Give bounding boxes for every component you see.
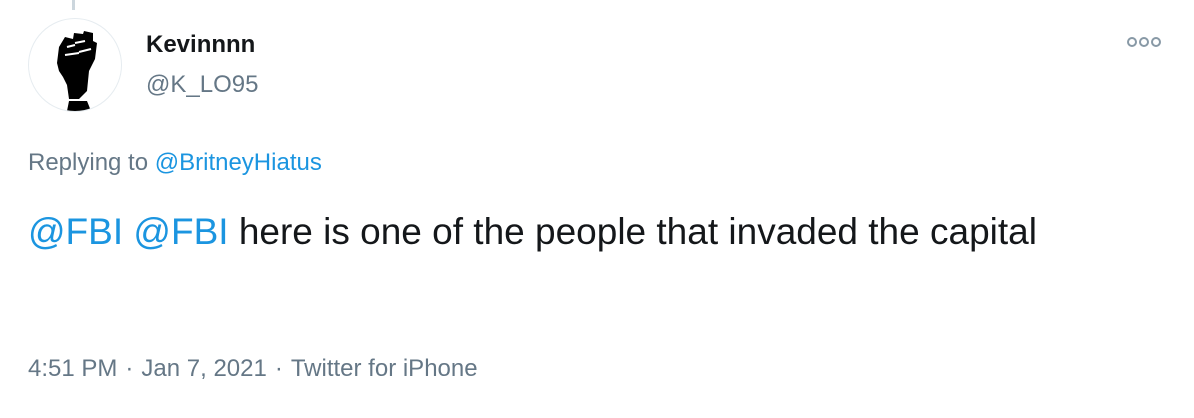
- avatar[interactable]: [28, 18, 122, 112]
- replying-to-prefix: Replying to: [28, 149, 155, 176]
- replying-to: Replying to @BritneyHiatus: [28, 146, 322, 180]
- tweet-body: here is one of the people that invaded t…: [238, 211, 1037, 252]
- thread-connector-line: [72, 0, 75, 10]
- tweet-date[interactable]: Jan 7, 2021: [141, 355, 266, 382]
- meta-separator-2: ·: [274, 355, 283, 382]
- raised-fist-icon: [57, 31, 97, 111]
- more-options-icon: [1127, 37, 1161, 47]
- tweet-metadata: 4:51 PM · Jan 7, 2021 · Twitter for iPhone: [28, 352, 478, 386]
- tweet-time[interactable]: 4:51 PM: [28, 355, 117, 382]
- user-handle[interactable]: @K_LO95: [146, 70, 258, 100]
- mention-link-2[interactable]: @FBI: [133, 211, 228, 252]
- tweet-source[interactable]: Twitter for iPhone: [291, 355, 478, 382]
- more-options-button[interactable]: [1124, 30, 1164, 54]
- tweet-text: @FBI @FBI here is one of the people that…: [28, 206, 1148, 258]
- mention-link-1[interactable]: @FBI: [28, 211, 123, 252]
- meta-separator-1: ·: [125, 355, 134, 382]
- display-name[interactable]: Kevinnnn: [146, 30, 255, 60]
- reply-to-handle-link[interactable]: @BritneyHiatus: [155, 149, 322, 176]
